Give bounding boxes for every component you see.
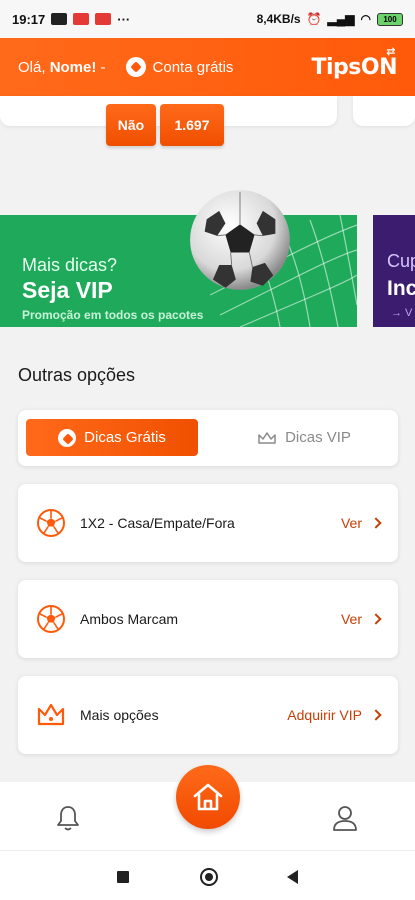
system-nav-bar [0,850,415,900]
signal-icon: ▂▄▆ [327,12,355,26]
back-icon[interactable] [287,870,298,884]
option-action-label: Adquirir VIP [287,707,362,723]
crown-icon [258,431,276,444]
soccer-ball-icon [125,57,146,77]
tab-free-tips-label: Dicas Grátis [84,429,166,446]
user-icon[interactable] [332,804,358,832]
network-speed: 8,4KB/s [256,12,301,26]
tab-vip-tips-label: Dicas VIP [285,429,351,446]
soccer-ball-icon [37,605,65,633]
option-card-both-score[interactable]: Ambos Marcam Ver [18,580,398,658]
status-dots: ··· [117,11,131,27]
option-action-both-score[interactable]: Ver [340,611,382,627]
logo-text: TipsON [311,54,397,80]
greeting: Olá, Nome! - [18,59,106,76]
odds-value-button[interactable]: 1.697 [160,104,224,146]
chevron-right-icon [370,517,382,529]
next-banner-line2: Inc [387,277,415,300]
vip-banner-line2: Seja VIP [22,277,113,303]
free-account-link[interactable]: Conta grátis [125,57,234,77]
option-label-more: Mais opções [80,707,159,723]
home-icon [193,783,223,811]
system-home-icon[interactable] [200,868,218,886]
next-banner[interactable]: Cup Inc → V [373,215,415,327]
next-banner-line3: → V [391,307,413,319]
greeting-dash: - [100,58,106,76]
greeting-name: Nome! [49,58,97,76]
app-header: Olá, Nome! - Conta grátis TipsON ⇄ [0,38,415,96]
option-action-1x2[interactable]: Ver [340,515,382,531]
vip-banner-line3: Promoção em todos os pacotes [22,308,204,322]
greeting-prefix: Olá, [18,58,46,76]
vip-banner-line1: Mais dicas? [22,255,118,275]
wifi-icon: ◠ [360,12,371,26]
status-time: 19:17 [12,11,46,27]
option-label-both-score: Ambos Marcam [80,611,179,627]
option-card-more[interactable]: Mais opções Adquirir VIP [18,676,398,754]
tips-tabs: Dicas Grátis Dicas VIP [18,410,398,466]
notification-icon-1 [51,13,68,25]
crown-icon [37,703,65,726]
vip-banner[interactable]: Mais dicas? Seja VIP Promoção em todos o… [0,215,357,327]
option-action-label: Ver [340,515,362,531]
recent-apps-icon[interactable] [117,871,129,883]
bell-icon[interactable] [55,804,81,832]
next-card[interactable] [353,96,415,126]
option-action-buy-vip[interactable]: Adquirir VIP [287,707,382,723]
arrows-icon: ⇄ [386,44,395,58]
status-left: 19:17 ··· [12,12,130,27]
status-right: 8,4KB/s ⏰ ▂▄▆ ◠ 100 [257,12,403,26]
soccer-ball-icon [37,509,65,537]
free-account-label: Conta grátis [152,58,234,76]
option-action-label: Ver [340,611,362,627]
next-banner-line1: Cup [387,251,415,271]
app-logo: TipsON ⇄ [311,45,397,80]
option-card-1x2[interactable]: 1X2 - Casa/Empate/Fora Ver [18,484,398,562]
section-title: Outras opções [18,365,136,385]
soccer-ball-graphic [190,190,290,290]
notification-icon-2 [73,13,90,25]
status-bar: 19:17 ··· 8,4KB/s ⏰ ▂▄▆ ◠ 100 [0,0,415,38]
option-label-1x2: 1X2 - Casa/Empate/Fora [80,515,235,531]
odds-label-button[interactable]: Não [106,104,156,146]
chevron-right-icon [370,613,382,625]
tab-vip-tips[interactable]: Dicas VIP [218,419,390,456]
chevron-right-icon [370,709,382,721]
alarm-icon: ⏰ [306,12,322,26]
battery-icon: 100 [377,12,403,26]
youtube-icon [95,13,112,25]
home-button[interactable] [176,765,240,829]
tab-free-tips[interactable]: Dicas Grátis [26,419,198,456]
soccer-ball-icon [58,428,77,447]
